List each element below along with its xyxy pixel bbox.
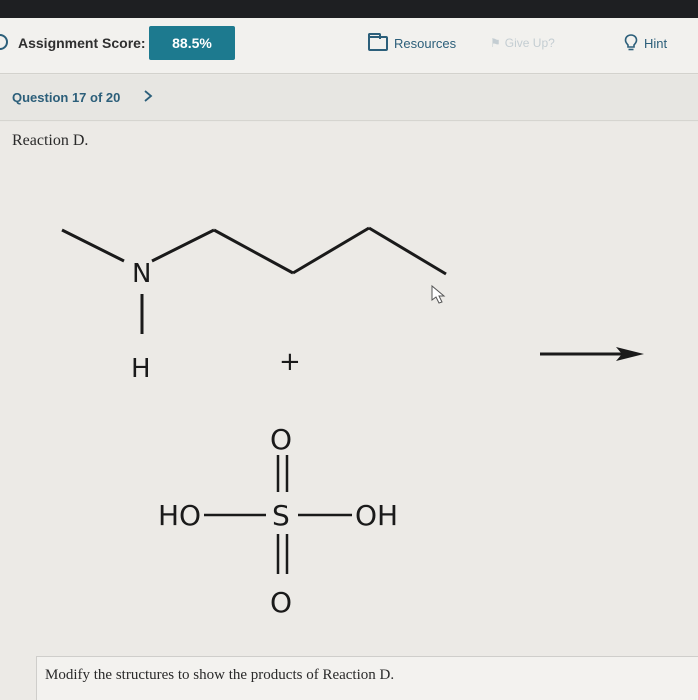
bond-c2-c3	[292, 226, 370, 275]
bond-n-c1	[151, 228, 215, 263]
assignment-score-value: 88.5%	[172, 35, 212, 51]
atom-o-bottom: O	[270, 586, 292, 619]
top-bar	[0, 0, 698, 18]
assignment-score-label: Assignment Score:	[18, 35, 146, 51]
hint-label: Hint	[644, 35, 668, 51]
group-ho-left: HO	[158, 499, 201, 532]
reaction-title: Reaction D.	[12, 132, 89, 149]
chevron-right-icon[interactable]	[140, 86, 156, 106]
atom-o-top: O	[270, 423, 292, 456]
sulfuric-acid-structure[interactable]: O S O HO OH	[158, 423, 398, 619]
question-content: Reaction D. N H + O S O HO OH Modify the…	[0, 122, 698, 700]
atom-h: H	[131, 354, 151, 384]
bond-c1-c2	[213, 228, 294, 275]
cursor-icon	[431, 284, 446, 304]
flag-icon: ⚑	[490, 36, 501, 50]
lightbulb-icon	[624, 34, 638, 51]
assignment-score-badge: 88.5%	[149, 26, 235, 60]
instruction-panel: Modify the structures to show the produc…	[36, 656, 698, 700]
reaction-arrow	[540, 347, 644, 361]
score-circle-icon	[0, 34, 8, 50]
amine-structure[interactable]: N H	[61, 226, 447, 384]
bond-methyl-n	[61, 228, 125, 263]
folder-icon	[368, 32, 388, 51]
resources-label: Resources	[394, 35, 457, 51]
plus-sign: +	[279, 347, 301, 377]
atom-s: S	[272, 499, 290, 532]
bond-c3-c4	[368, 226, 447, 276]
resources-button[interactable]: Resources	[368, 30, 456, 56]
hint-button[interactable]: Hint	[624, 30, 667, 56]
reaction-diagram: N H + O S O HO OH	[61, 226, 644, 619]
group-oh-right: OH	[355, 499, 398, 532]
give-up-label: Give Up?	[504, 36, 555, 50]
give-up-button[interactable]: ⚑ Give Up?	[490, 32, 555, 54]
instruction-text: Modify the structures to show the produc…	[45, 667, 395, 683]
atom-n: N	[132, 259, 151, 289]
assignment-header: Assignment Score: 88.5% Resources ⚑ Give…	[0, 18, 698, 74]
question-navigation: Question 17 of 20	[0, 75, 698, 121]
question-counter[interactable]: Question 17 of 20	[12, 90, 120, 105]
